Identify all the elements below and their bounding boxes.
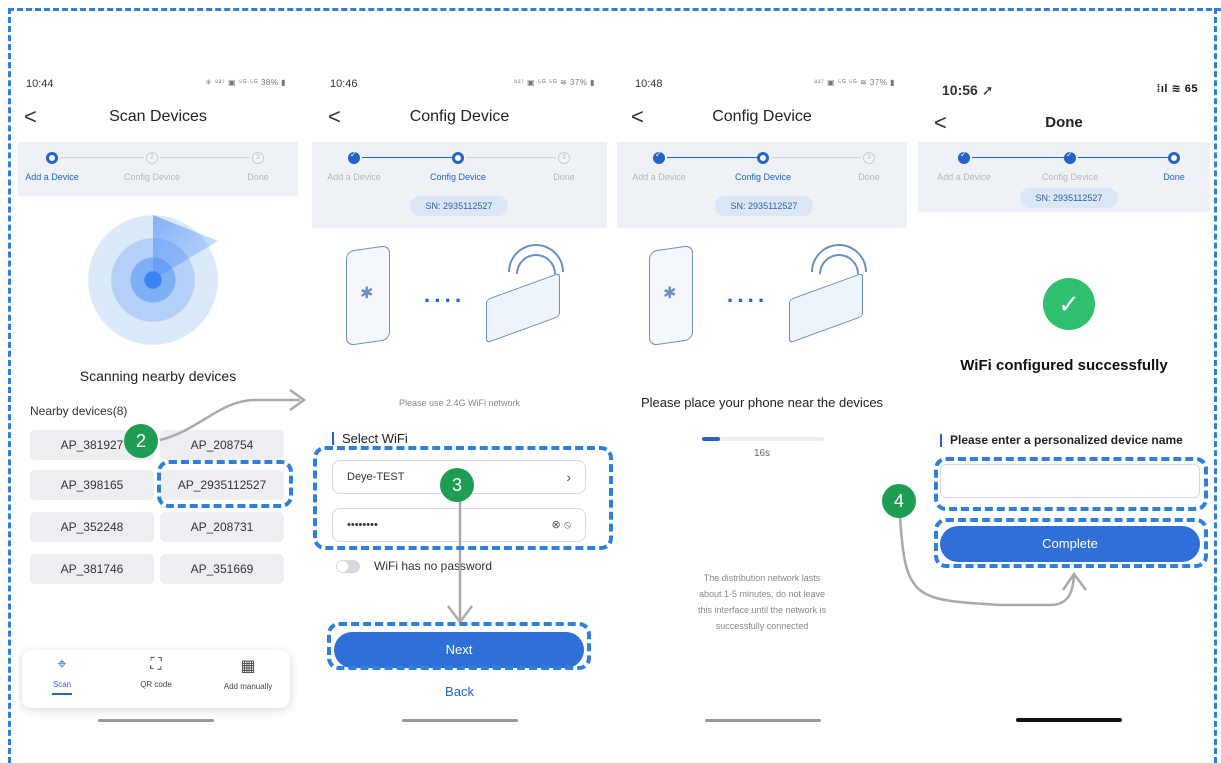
highlight-name-input bbox=[934, 457, 1208, 511]
step-badge-3: 3 bbox=[440, 468, 474, 502]
tutorial-arrows bbox=[159, 388, 1087, 625]
highlight-complete-button bbox=[934, 518, 1208, 568]
arrow-screen1-to-screen2 bbox=[159, 398, 300, 442]
step-badge-2: 2 bbox=[124, 424, 158, 458]
step-badge-4: 4 bbox=[882, 484, 916, 518]
highlight-next-button bbox=[327, 622, 591, 670]
highlight-selected-device bbox=[157, 460, 293, 508]
